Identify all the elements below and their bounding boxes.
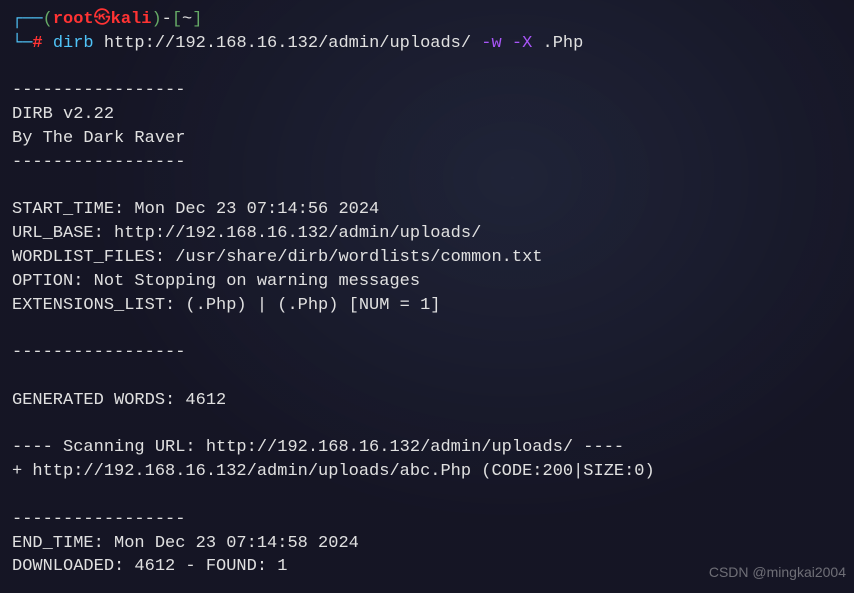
paren-open: ( <box>43 10 53 29</box>
bracket-open: [ <box>172 10 182 29</box>
banner-version: DIRB v2.22 <box>12 103 842 127</box>
cwd: ~ <box>182 10 192 29</box>
paren-close: ) <box>151 10 161 29</box>
flag-x: -X <box>512 34 532 53</box>
option-line: OPTION: Not Stopping on warning messages <box>12 270 842 294</box>
command: dirb <box>53 34 94 53</box>
url-arg: http://192.168.16.132/admin/uploads/ <box>104 34 471 53</box>
blank-line <box>12 365 842 389</box>
separator: ----------------- <box>12 508 842 532</box>
separator: ----------------- <box>12 151 842 175</box>
skull-icon: ㉿ <box>94 10 111 29</box>
wordlist-files: WORDLIST_FILES: /usr/share/dirb/wordlist… <box>12 246 842 270</box>
blank-line <box>12 484 842 508</box>
generated-words: GENERATED WORDS: 4612 <box>12 389 842 413</box>
start-time: START_TIME: Mon Dec 23 07:14:56 2024 <box>12 198 842 222</box>
prompt-line-2[interactable]: └─# dirb http://192.168.16.132/admin/upl… <box>12 32 842 56</box>
flag-w: -w <box>481 34 501 53</box>
prompt-user: root <box>53 10 94 29</box>
blank-line <box>12 175 842 199</box>
extensions-list: EXTENSIONS_LIST: (.Php) | (.Php) [NUM = … <box>12 294 842 318</box>
corner-top: ┌── <box>12 10 43 29</box>
blank-line <box>12 413 842 437</box>
corner-bottom: └─ <box>12 34 32 53</box>
separator: ----------------- <box>12 341 842 365</box>
ext-arg: .Php <box>543 34 584 53</box>
prompt-hash: # <box>32 34 42 53</box>
blank-line <box>12 56 842 80</box>
separator: ----------------- <box>12 79 842 103</box>
url-base: URL_BASE: http://192.168.16.132/admin/up… <box>12 222 842 246</box>
watermark: CSDN @mingkai2004 <box>709 563 846 583</box>
prompt-host: kali <box>111 10 152 29</box>
scanning-url: ---- Scanning URL: http://192.168.16.132… <box>12 436 842 460</box>
dash: - <box>162 10 172 29</box>
found-result: + http://192.168.16.132/admin/uploads/ab… <box>12 460 842 484</box>
prompt-line-1: ┌──(root㉿kali)-[~] <box>12 8 842 32</box>
end-time: END_TIME: Mon Dec 23 07:14:58 2024 <box>12 532 842 556</box>
blank-line <box>12 317 842 341</box>
banner-author: By The Dark Raver <box>12 127 842 151</box>
bracket-close: ] <box>192 10 202 29</box>
terminal-output: ┌──(root㉿kali)-[~] └─# dirb http://192.1… <box>12 8 842 579</box>
